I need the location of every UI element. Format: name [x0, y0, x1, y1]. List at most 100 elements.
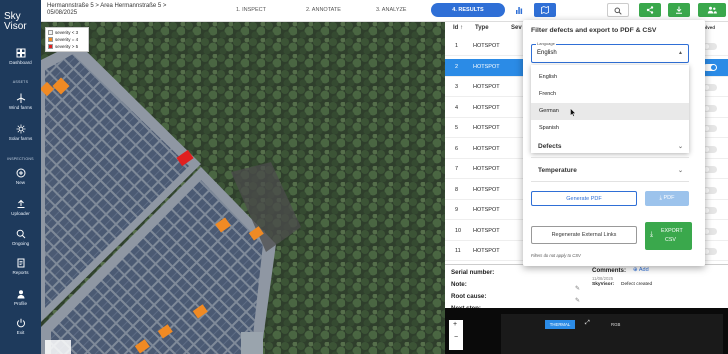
edit-root-cause-icon[interactable]: ✎	[575, 297, 580, 304]
step-analyze[interactable]: 3. ANALYZE	[376, 7, 406, 13]
export-csv-button[interactable]: ⤓ EXPORT CSV	[645, 222, 692, 250]
comment-date: 11/08/2025	[592, 276, 614, 281]
resolved-toggle[interactable]	[703, 186, 717, 194]
sidebar-item-solar-farms[interactable]: Solar farms	[0, 124, 41, 141]
row-type: HOTSPOT	[473, 84, 500, 90]
option-spanish[interactable]: Spanish	[531, 120, 689, 137]
section-inspections: INSPECTIONS	[7, 157, 34, 161]
option-french[interactable]: French	[531, 86, 689, 103]
resolved-toggle[interactable]	[703, 84, 717, 91]
row-type: HOTSPOT	[473, 104, 500, 111]
comments-label: Comments:	[592, 267, 627, 274]
add-comment-button[interactable]: ⊕ Add	[633, 267, 649, 273]
skyvisor-logo[interactable]: Sky Visor	[4, 12, 27, 32]
row-id: 10	[455, 227, 462, 234]
sidebar-item-uploader[interactable]: Uploader	[0, 199, 41, 216]
popup-title: Filter defects and export to PDF & CSV	[531, 27, 657, 34]
sidebar-item-exit[interactable]: Exit	[0, 318, 41, 335]
map-view[interactable]: severity < 3 severity = 4 severity > 5	[41, 22, 445, 354]
option-english[interactable]: English	[531, 69, 689, 86]
magnifier-icon	[16, 229, 25, 239]
legend-swatch-high	[48, 44, 53, 49]
defects-filter[interactable]: Defects ⌄	[531, 136, 689, 158]
power-icon	[16, 318, 25, 328]
map-icon	[541, 5, 549, 15]
sidebar-item-new[interactable]: New	[0, 168, 41, 185]
row-type: HOTSPOT	[473, 186, 500, 193]
share-icon	[646, 6, 654, 14]
row-id: 6	[455, 145, 459, 152]
row-type: HOTSPOT	[473, 145, 500, 152]
share-button[interactable]	[639, 3, 661, 17]
sidebar-item-dashboard[interactable]: Dashboard	[0, 48, 41, 65]
row-type: HOTSPOT	[473, 248, 500, 254]
row-id: 1	[455, 43, 459, 49]
resolved-toggle[interactable]	[703, 227, 717, 235]
resolved-toggle[interactable]	[703, 125, 717, 132]
download-button[interactable]	[668, 3, 690, 17]
rgb-tab[interactable]: RGB	[611, 320, 620, 329]
language-value: English	[537, 50, 557, 56]
row-id: 8	[455, 186, 459, 193]
language-select[interactable]: Language English ▲	[531, 41, 689, 63]
step-annotate[interactable]: 2. ANNOTATE	[306, 7, 341, 13]
resolved-toggle[interactable]	[703, 104, 717, 112]
generate-pdf-button[interactable]: Generate PDF	[531, 191, 637, 206]
row-type: HOTSPOT	[473, 43, 500, 49]
search-button[interactable]	[607, 3, 629, 17]
users-icon	[707, 6, 717, 14]
plus-circle-icon	[16, 168, 25, 178]
regenerate-links-button[interactable]: Regenerate External Links	[531, 226, 637, 244]
severity-legend: severity < 3 severity = 4 severity > 5	[45, 27, 89, 52]
search-icon	[614, 7, 622, 15]
row-type: HOTSPOT	[473, 207, 500, 213]
upload-icon	[17, 199, 24, 208]
chevron-down-icon: ⌄	[677, 168, 683, 174]
section-assets: ASSETS	[12, 80, 29, 84]
zoom-out-icon[interactable]: −	[454, 334, 458, 341]
row-id: 3	[455, 84, 459, 90]
fullscreen-icon[interactable]: ⤢	[585, 320, 590, 327]
row-id: 2	[455, 63, 459, 70]
zoom-in-icon[interactable]: +	[453, 321, 457, 328]
root-cause-label: Root cause:	[451, 293, 487, 300]
breadcrumb[interactable]: Hermannstraße 5 > Area Hermannstraße 5 >…	[47, 3, 166, 17]
scale-bar	[45, 340, 71, 354]
defect-details: Serial number: Note: Root cause: Next st…	[445, 264, 728, 312]
dashboard-icon	[16, 48, 25, 58]
resolved-toggle[interactable]	[703, 63, 717, 71]
resolved-toggle[interactable]	[703, 166, 717, 173]
map-button[interactable]	[534, 3, 556, 17]
serial-label: Serial number:	[451, 269, 495, 276]
option-german[interactable]: German	[531, 103, 689, 120]
legend-swatch-low	[48, 30, 53, 35]
col-id[interactable]: Id ↑	[453, 25, 463, 31]
pdf-download-button[interactable]: ⤓ PDF	[645, 191, 689, 206]
step-inspect[interactable]: 1. INSPECT	[236, 7, 266, 13]
step-results[interactable]: 4. RESULTS	[431, 3, 505, 17]
resolved-toggle[interactable]	[703, 43, 717, 50]
download-icon	[676, 6, 682, 14]
temperature-filter[interactable]: Temperature ⌄	[531, 160, 689, 182]
thermal-tab[interactable]: THERMAL	[545, 320, 575, 329]
resolved-toggle[interactable]	[703, 145, 717, 153]
legend-label: severity < 3	[55, 30, 79, 35]
row-type: HOTSPOT	[473, 63, 500, 70]
aerial-map-image[interactable]	[41, 22, 445, 354]
edit-note-icon[interactable]: ✎	[575, 285, 580, 292]
row-id: 11	[455, 248, 461, 254]
download-icon: ⤓	[650, 231, 654, 238]
sidebar-item-reports[interactable]: Reports	[0, 258, 41, 275]
col-severity[interactable]: Sev	[511, 25, 522, 31]
col-type[interactable]: Type	[475, 25, 489, 31]
resolved-toggle[interactable]	[703, 207, 717, 214]
sidebar-item-wind-farms[interactable]: Wind farms	[0, 93, 41, 110]
bar-chart-icon	[516, 7, 523, 14]
sidebar-item-profile[interactable]: Profile	[0, 289, 41, 306]
sidebar-item-ongoing[interactable]: Ongoing	[0, 229, 41, 246]
chart-button[interactable]	[508, 3, 530, 17]
users-button[interactable]	[698, 3, 726, 17]
resolved-toggle[interactable]	[703, 248, 717, 255]
comment-text: Defect created	[621, 282, 653, 287]
row-id: 7	[455, 166, 459, 172]
